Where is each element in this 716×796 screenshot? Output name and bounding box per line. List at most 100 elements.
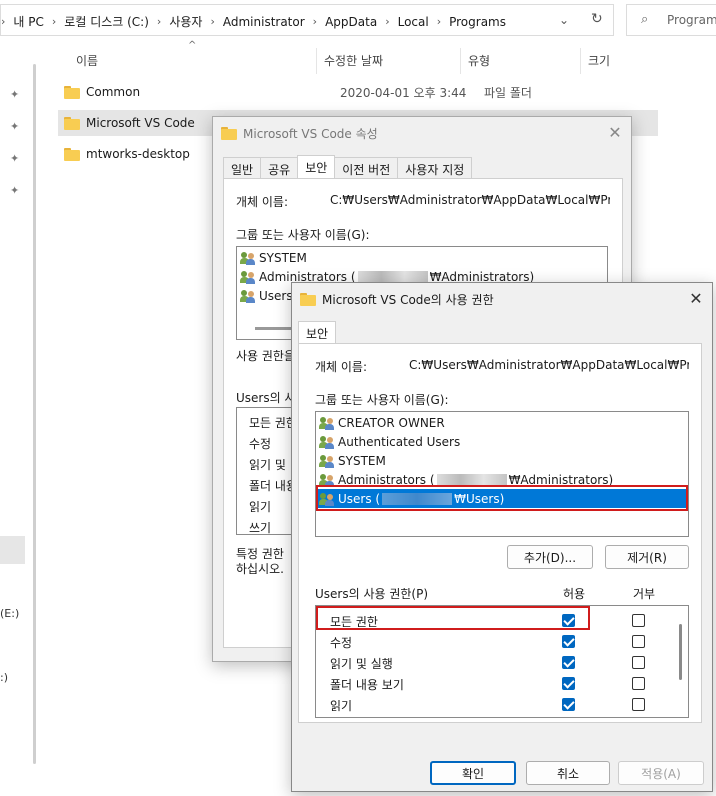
list-item[interactable]: CREATOR OWNER: [319, 413, 445, 432]
permission-label: Users의 사: [236, 391, 296, 405]
breadcrumb-item[interactable]: 사용자: [169, 13, 202, 30]
add-button[interactable]: 추가(D)...: [507, 545, 593, 569]
redacted-text: [436, 473, 507, 486]
pin-icon: ✦: [10, 88, 20, 101]
breadcrumb-item[interactable]: Programs: [449, 15, 506, 29]
column-header-type[interactable]: 유형: [468, 52, 490, 69]
pin-icon: ✦: [10, 184, 20, 197]
dialog-title-bar: Microsoft VS Code 속성: [221, 125, 378, 142]
close-icon[interactable]: ✕: [605, 123, 625, 142]
address-bar[interactable]: › 내 PC › 로컬 디스크 (C:) › 사용자 › Administrat…: [0, 4, 614, 36]
allow-checkbox[interactable]: [562, 677, 575, 690]
file-name: Common: [86, 85, 141, 99]
chevron-down-icon[interactable]: ⌄: [559, 13, 569, 27]
deny-checkbox[interactable]: [632, 698, 645, 711]
security-panel: 개체 이름: C:₩Users₩Administrator₩AppData₩Lo…: [298, 343, 702, 723]
ok-button[interactable]: 확인: [430, 761, 516, 785]
search-input[interactable]: ⌕ Programs: [626, 4, 716, 36]
apply-button[interactable]: 적용(A): [618, 761, 704, 785]
navigation-pane: ✦ ✦ ✦ ✦ (E:) :): [0, 44, 46, 764]
breadcrumb-item[interactable]: Local: [398, 15, 429, 29]
annotation-highlight: [316, 606, 590, 630]
list-item[interactable]: Authenticated Users: [319, 432, 460, 451]
chevron-right-icon: ›: [436, 15, 442, 28]
nav-item-drive[interactable]: :): [0, 671, 8, 684]
object-name-value: C:₩Users₩Administrator₩AppData₩Local₩Pro…: [330, 193, 610, 207]
list-item[interactable]: SYSTEM: [319, 451, 386, 470]
users-icon: [319, 454, 335, 468]
group-name: Users: [259, 288, 293, 303]
cancel-button[interactable]: 취소: [526, 761, 610, 785]
group-list[interactable]: CREATOR OWNER Authenticated Users SYSTEM…: [315, 411, 689, 537]
edit-hint: 사용 권한을: [236, 349, 296, 363]
breadcrumb-item[interactable]: 로컬 디스크 (C:): [64, 13, 149, 30]
group-name: CREATOR OWNER: [338, 415, 445, 430]
folder-icon: [64, 147, 80, 161]
list-item[interactable]: Users: [240, 286, 293, 305]
users-icon: [319, 416, 335, 430]
dialog-title: Microsoft VS Code의 사용 권한: [322, 293, 494, 307]
permission-name: 읽기: [249, 500, 272, 514]
dialog-title: Microsoft VS Code 속성: [243, 127, 378, 141]
group-name: SYSTEM: [259, 250, 307, 265]
object-name-value: C:₩Users₩Administrator₩AppData₩Local₩Pro…: [409, 358, 689, 372]
chevron-right-icon: ›: [156, 15, 162, 28]
chevron-right-icon: ›: [1, 15, 6, 28]
close-icon[interactable]: ✕: [686, 289, 706, 308]
breadcrumb-item[interactable]: Administrator: [223, 15, 305, 29]
group-name: SYSTEM: [338, 453, 386, 468]
permission-name: 쓰기: [249, 521, 272, 535]
chevron-right-icon: ›: [312, 15, 318, 28]
remove-button[interactable]: 제거(R): [605, 545, 689, 569]
object-name-label: 개체 이름:: [315, 360, 368, 374]
search-icon: ⌕: [641, 12, 649, 27]
users-icon: [240, 270, 256, 284]
column-header-size[interactable]: 크기: [588, 52, 610, 69]
breadcrumb-item[interactable]: AppData: [325, 15, 377, 29]
object-name-label: 개체 이름:: [236, 195, 289, 209]
allow-checkbox[interactable]: [562, 635, 575, 648]
deny-checkbox[interactable]: [632, 677, 645, 690]
pin-icon: ✦: [10, 152, 20, 165]
group-list-label: 그룹 또는 사용자 이름(G):: [236, 228, 370, 242]
permission-name: 읽기 및 실행: [330, 657, 393, 671]
deny-checkbox[interactable]: [632, 635, 645, 648]
breadcrumb-item[interactable]: 내 PC: [13, 13, 43, 30]
list-item[interactable]: SYSTEM: [240, 248, 307, 267]
allow-checkbox[interactable]: [562, 656, 575, 669]
sort-up-icon: ^: [188, 40, 197, 51]
group-name: Authenticated Users: [338, 434, 461, 449]
allow-checkbox[interactable]: [562, 698, 575, 711]
permissions-dialog: Microsoft VS Code의 사용 권한 ✕ 보안 개체 이름: C:₩…: [291, 282, 713, 792]
column-header-date[interactable]: 수정한 날짜: [324, 52, 383, 69]
column-divider[interactable]: [460, 48, 461, 74]
permission-name: 수정: [249, 437, 272, 451]
chevron-right-icon: ›: [51, 15, 57, 28]
vertical-scrollbar[interactable]: [679, 624, 682, 680]
chevron-right-icon: ›: [385, 15, 390, 28]
nav-scrollbar[interactable]: [33, 64, 36, 764]
refresh-icon[interactable]: ↻: [591, 11, 603, 27]
folder-icon: [64, 85, 80, 99]
column-divider[interactable]: [580, 48, 581, 74]
nav-item-drive[interactable]: (E:): [0, 607, 19, 620]
permission-name: 읽기: [330, 699, 353, 713]
permission-label: Users의 사용 권한(P): [315, 587, 429, 601]
pin-icon: ✦: [10, 120, 20, 133]
annotation-highlight: [316, 485, 688, 511]
permission-name: 폴더 내용 보기: [330, 678, 404, 692]
nav-item-selected[interactable]: [0, 536, 25, 564]
allow-header: 허용: [563, 587, 586, 601]
deny-checkbox[interactable]: [632, 656, 645, 669]
column-header-name[interactable]: 이름: [76, 52, 98, 69]
deny-checkbox[interactable]: [632, 614, 645, 627]
folder-icon: [300, 293, 316, 306]
file-type: 파일 폴더: [484, 85, 532, 100]
users-icon: [240, 251, 256, 265]
chevron-right-icon: ›: [210, 15, 215, 28]
permission-name: 수정: [330, 636, 353, 650]
permission-name: 읽기 및: [249, 458, 286, 472]
column-divider[interactable]: [316, 48, 317, 74]
file-row[interactable]: Common 2020-04-01 오후 3:44 파일 폴더: [58, 79, 658, 105]
permission-name: 폴더 내용: [249, 479, 297, 493]
